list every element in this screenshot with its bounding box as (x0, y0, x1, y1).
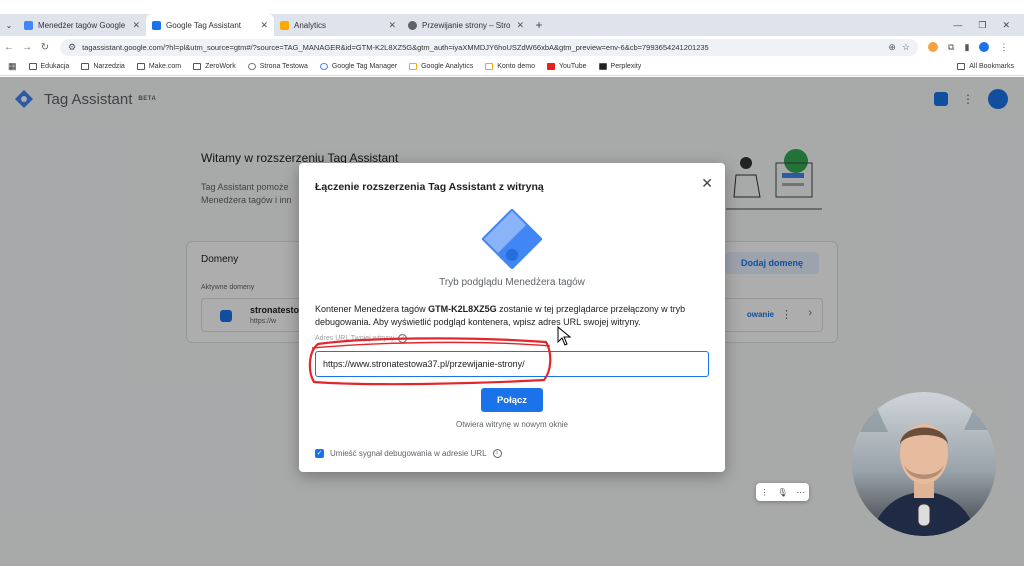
drag-handle-icon[interactable]: ⋮ (760, 488, 768, 497)
tab-tag-assistant[interactable]: Google Tag Assistant ✕ (146, 14, 274, 36)
close-icon[interactable]: ✕ (701, 175, 713, 192)
extension-icon[interactable] (928, 42, 938, 52)
side-panel-icon[interactable]: ▮ (964, 42, 969, 53)
connect-button[interactable]: Połącz (481, 388, 543, 412)
tab-label: Analytics (294, 20, 327, 30)
bookmark-konto-demo[interactable]: Konto demo (485, 63, 535, 70)
tab-label: Przewijanie strony – Strona Tes (422, 20, 511, 30)
bookmark-label: ZeroWork (205, 63, 236, 70)
youtube-icon (547, 63, 556, 70)
analytics-favicon-icon (280, 20, 289, 30)
site-info-icon[interactable]: ⚙ (68, 42, 76, 53)
bookmark-perplexity[interactable]: Perplexity (598, 63, 642, 70)
bookmark-strona-testowa[interactable]: Strona Testowa (247, 63, 308, 70)
window-close-icon[interactable]: ✕ (1002, 20, 1010, 31)
close-icon[interactable]: ✕ (388, 20, 396, 31)
bookmark-label: Perplexity (610, 63, 642, 70)
gtm-icon (319, 63, 328, 70)
tag-assistant-favicon-icon (152, 20, 161, 30)
globe-icon (247, 63, 256, 70)
bookmark-label: Strona Testowa (259, 63, 308, 70)
dialog-title: Łączenie rozszerzenia Tag Assistant z wi… (315, 181, 544, 193)
extensions-puzzle-icon[interactable]: ⧉ (948, 42, 954, 53)
close-icon[interactable]: ✕ (516, 20, 524, 31)
url-field-label: Adres URL Twojej witryny ? (315, 334, 408, 343)
globe-icon (408, 20, 417, 30)
tab-search-chevron-icon[interactable]: ⌄ (0, 21, 18, 30)
extension-icons: ⧉ ▮ ⋮ (928, 42, 1008, 53)
perplexity-icon (598, 63, 607, 70)
close-icon[interactable]: ✕ (260, 20, 268, 31)
bookmarks-bar: ▦ Edukacja Narzedzia Make.com ZeroWork S… (0, 58, 1024, 76)
connect-dialog: Łączenie rozszerzenia Tag Assistant z wi… (299, 163, 725, 472)
bookmark-label: Edukacja (40, 63, 70, 70)
analytics-icon (485, 63, 494, 70)
analytics-icon (409, 63, 418, 70)
bookmark-zerowork[interactable]: ZeroWork (193, 63, 236, 70)
bookmark-label: Google Analytics (421, 63, 474, 70)
tab-label: Google Tag Assistant (166, 20, 242, 30)
bookmark-label: Google Tag Manager (331, 63, 398, 70)
tab-gtm[interactable]: Menedżer tagów Google ✕ (18, 14, 146, 36)
more-icon[interactable]: ⋯ (797, 488, 805, 497)
debug-signal-option: ✓ Umieść sygnał debugowania w adresie UR… (315, 449, 502, 458)
bookmark-label: YouTube (559, 63, 587, 70)
tab-strona-testowa[interactable]: Przewijanie strony – Strona Tes ✕ (402, 14, 530, 36)
preview-mode-label: Tryb podglądu Menedżera tagów (439, 277, 585, 288)
url-label-text: Adres URL Twojej witryny (315, 335, 395, 342)
folder-icon (193, 63, 202, 70)
floating-toolbar: ⋮ 🎙 ⋯ (756, 483, 809, 501)
restore-icon[interactable]: ❐ (978, 20, 986, 31)
desc-part: Kontener Menedżera tagów (315, 304, 429, 314)
help-icon[interactable]: ? (398, 334, 408, 343)
gtm-favicon-icon (24, 20, 33, 30)
folder-icon (81, 63, 90, 70)
folder-icon (28, 63, 37, 70)
bookmark-label: All Bookmarks (969, 63, 1014, 70)
website-url-input[interactable] (315, 351, 709, 377)
bookmark-make[interactable]: Make.com (136, 63, 182, 70)
folder-icon (957, 63, 966, 70)
bookmark-ga[interactable]: Google Analytics (409, 63, 473, 70)
tag-manager-logo-icon (482, 209, 542, 269)
back-arrow-icon[interactable]: ← (0, 42, 18, 53)
bookmark-edukacja[interactable]: Edukacja (28, 63, 70, 70)
all-bookmarks[interactable]: All Bookmarks (957, 63, 1024, 70)
bookmark-label: Konto demo (497, 63, 536, 70)
container-id: GTM-K2L8XZ5G (428, 304, 497, 314)
opens-new-window-note: Otwiera witrynę w nowym oknie (455, 420, 569, 429)
window-controls: — ❐ ✕ (953, 20, 1024, 31)
folder-icon (136, 63, 145, 70)
minimize-icon[interactable]: — (953, 20, 962, 31)
close-icon[interactable]: ✕ (132, 20, 140, 31)
tab-label: Menedżer tagów Google (38, 20, 126, 30)
mouse-cursor-icon (557, 326, 571, 346)
presenter-icon (860, 400, 992, 536)
browser-tab-strip: ⌄ Menedżer tagów Google ✕ Google Tag Ass… (0, 14, 1024, 36)
bookmark-label: Make.com (148, 63, 182, 70)
browser-menu-kebab-icon[interactable]: ⋮ (999, 42, 1008, 53)
profile-avatar-icon[interactable] (979, 42, 990, 52)
address-bar[interactable]: ⚙ tagassistant.google.com/?hl=pl&utm_sou… (60, 38, 918, 56)
browser-toolbar: ← → ↻ ⚙ tagassistant.google.com/?hl=pl&u… (0, 36, 1024, 58)
webcam-presenter (852, 392, 996, 536)
bookmark-gtm[interactable]: Google Tag Manager (319, 63, 398, 70)
apps-grid-icon[interactable]: ▦ (8, 61, 17, 72)
microphone-icon[interactable]: 🎙 (777, 488, 787, 497)
bookmark-label: Narzedzia (93, 63, 125, 70)
dialog-description: Kontener Menedżera tagów GTM-K2L8XZ5G zo… (315, 303, 715, 329)
bookmark-youtube[interactable]: YouTube (547, 63, 587, 70)
reload-icon[interactable]: ↻ (36, 42, 54, 53)
bookmark-star-icon[interactable]: ☆ (902, 42, 910, 53)
debug-signal-checkbox[interactable]: ✓ (315, 449, 324, 458)
tab-analytics[interactable]: Analytics ✕ (274, 14, 402, 36)
info-icon[interactable]: i (492, 449, 502, 458)
zoom-icon[interactable]: ⊕ (888, 42, 896, 53)
bookmark-narzedzia[interactable]: Narzedzia (81, 63, 125, 70)
debug-signal-label[interactable]: Umieść sygnał debugowania w adresie URL (330, 449, 487, 458)
url-text[interactable]: tagassistant.google.com/?hl=pl&utm_sourc… (82, 43, 882, 52)
new-tab-plus-icon[interactable]: + (530, 18, 548, 32)
forward-arrow-icon[interactable]: → (18, 42, 36, 53)
